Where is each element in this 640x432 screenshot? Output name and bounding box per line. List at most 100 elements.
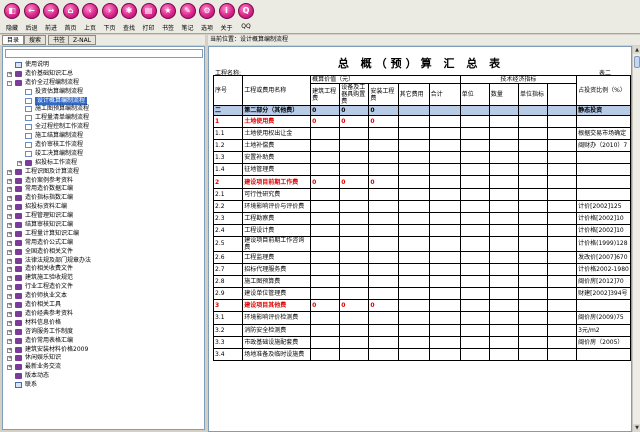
tree-item[interactable]: 版本动态 — [3, 372, 203, 381]
options-button[interactable]: ⚙ 选项 — [199, 1, 215, 33]
cell-no: 3.4 — [212, 347, 244, 361]
expand-icon[interactable]: + — [7, 223, 12, 229]
tree-item[interactable]: + 招投标资料汇编 — [3, 203, 203, 212]
expand-icon[interactable]: + — [7, 365, 12, 371]
tab-1[interactable]: 搜索 — [24, 35, 47, 45]
tree-item[interactable]: + 造价相关工具 — [3, 301, 203, 310]
expand-icon[interactable]: + — [7, 214, 12, 220]
expand-icon[interactable]: + — [7, 329, 12, 335]
tree-item[interactable]: + 招投标工作流程 — [3, 159, 203, 168]
cell-empty — [397, 151, 430, 165]
table-row: 3.2 消防安全检测费 3元/m2 — [212, 323, 631, 337]
expand-icon[interactable]: + — [7, 338, 12, 344]
prev-page-button[interactable]: ‹ 上页 — [82, 1, 98, 33]
expand-icon[interactable]: + — [7, 187, 12, 193]
about-button[interactable]: i 关于 — [218, 1, 235, 33]
expand-icon[interactable]: + — [7, 231, 12, 237]
cell-i: 0 — [368, 175, 399, 189]
expand-icon[interactable]: + — [7, 311, 12, 317]
expand-icon[interactable]: + — [7, 196, 12, 202]
tree-item-label: 造价基础知识汇总 — [25, 69, 74, 77]
scroll-up-icon[interactable]: ▲ — [633, 46, 640, 54]
cell-name: 可行性研究费 — [242, 187, 312, 201]
tree-item[interactable]: 造价审核工作流程 — [3, 141, 203, 150]
expand-icon[interactable]: + — [7, 320, 12, 326]
cell-empty — [428, 299, 461, 313]
tree-item[interactable]: + 常用造价公式汇编 — [3, 239, 203, 248]
tree-item[interactable]: + 造价基础知识汇总 — [3, 70, 203, 79]
tab-0[interactable]: 目录 — [2, 35, 25, 45]
tree-item[interactable]: 联系 — [3, 381, 203, 390]
cell-name: 招标代理服务费 — [242, 263, 312, 277]
expand-icon[interactable]: + — [7, 294, 12, 300]
hide-button[interactable]: ◧ 隐藏 — [4, 1, 20, 33]
note-button[interactable]: ✎ 笔记 — [179, 1, 196, 33]
tree-item[interactable]: + 造价经典参考资料 — [3, 310, 203, 319]
tree-item[interactable]: 施工图预算编制流程 — [3, 105, 203, 114]
find-button[interactable]: ✱ 查找 — [121, 1, 137, 33]
cell-no: 2.5 — [212, 235, 244, 252]
tree-item[interactable]: 全过程控制工作流程 — [3, 123, 203, 132]
table-row: 3.1 环境影响评价检测费 闽价房(2009)75 — [212, 311, 631, 325]
next-page-button[interactable]: › 下页 — [101, 1, 118, 33]
expand-icon[interactable]: + — [7, 267, 12, 273]
tree-item[interactable]: 竣工决算编制流程 — [3, 150, 203, 159]
forward-button[interactable]: → 前进 — [43, 1, 59, 33]
tree-item[interactable]: + 造价师执业文本 — [3, 292, 203, 301]
tree-item[interactable]: + 工程识图及计算流程 — [3, 168, 203, 177]
tab-3[interactable]: Z-NAL — [68, 35, 97, 45]
cell-b: 0 — [310, 105, 341, 116]
expand-icon[interactable]: + — [7, 71, 12, 77]
expand-icon[interactable]: + — [7, 347, 12, 353]
tree-item[interactable]: 工程量清单编制流程 — [3, 114, 203, 123]
qq-button[interactable]: Q QQ — [238, 1, 254, 33]
tree-item[interactable]: + 建筑施工验收规范 — [3, 274, 203, 283]
tree-item[interactable]: 施工结算编制流程 — [3, 132, 203, 141]
scroll-down-icon[interactable]: ▼ — [633, 424, 640, 432]
tree-item[interactable]: + 工程量计算知识汇编 — [3, 230, 203, 239]
cell-empty — [397, 139, 430, 153]
expand-icon[interactable]: + — [7, 258, 12, 264]
tab-2[interactable]: 书签 — [48, 35, 71, 45]
back-button[interactable]: ← 后退 — [23, 1, 40, 33]
tree-item[interactable]: + 全国造价相关文件 — [3, 248, 203, 257]
tree-item[interactable]: + 休闲娱乐知识 — [3, 354, 203, 363]
tree-item-label: 版本动态 — [25, 372, 50, 380]
cell-empty — [459, 311, 490, 325]
expand-icon[interactable]: + — [7, 276, 12, 282]
tree-item[interactable]: - 造价全过程编制流程 — [3, 79, 203, 88]
home-button[interactable]: ⌂ 首页 — [62, 1, 79, 33]
cell-no: 3 — [212, 299, 244, 313]
cell-note — [576, 163, 631, 177]
expand-icon[interactable]: + — [7, 205, 12, 211]
tree-item[interactable]: + 材料信息价格 — [3, 319, 203, 328]
scroll-thumb[interactable] — [634, 56, 640, 68]
expand-icon[interactable]: + — [7, 240, 12, 246]
cell-empty — [428, 323, 461, 337]
expand-icon[interactable]: + — [7, 285, 12, 291]
tree-item[interactable]: + 行业工程造价文件 — [3, 283, 203, 292]
tree-item[interactable]: + 最新业务交流 — [3, 363, 203, 372]
cell-empty — [397, 105, 430, 116]
print-button[interactable]: ▤ 打印 — [140, 1, 157, 33]
cell-name: 征地管理费 — [242, 163, 312, 177]
tree-item[interactable]: 投资估算编制流程 — [3, 88, 203, 97]
tree-item[interactable]: + 造价常用表格汇编 — [3, 337, 203, 346]
sidebar-search-input[interactable] — [5, 49, 203, 58]
expand-icon[interactable]: + — [7, 356, 12, 362]
content-vertical-scrollbar[interactable]: ▲ ▼ — [632, 46, 640, 432]
tree-item[interactable]: + 工程管理知识汇编 — [3, 212, 203, 221]
tree-item[interactable]: 设计概算编制流程 — [3, 96, 203, 106]
book-icon — [15, 230, 22, 237]
expand-icon[interactable]: + — [7, 178, 12, 184]
expand-icon[interactable]: + — [7, 169, 12, 175]
tree-item[interactable]: + 造价指标指数汇编 — [3, 194, 203, 203]
tree-item[interactable]: + 结算审核知识汇编 — [3, 221, 203, 230]
expand-icon[interactable]: + — [7, 303, 12, 309]
expand-icon[interactable]: + — [17, 160, 22, 166]
tree-item[interactable]: 使用说明 — [3, 61, 203, 70]
tree-item[interactable]: + 咨询服务工作制度 — [3, 328, 203, 337]
expand-icon[interactable]: + — [7, 249, 12, 255]
bookmark-button[interactable]: ★ 书签 — [160, 1, 176, 33]
collapse-icon[interactable]: - — [7, 80, 12, 86]
